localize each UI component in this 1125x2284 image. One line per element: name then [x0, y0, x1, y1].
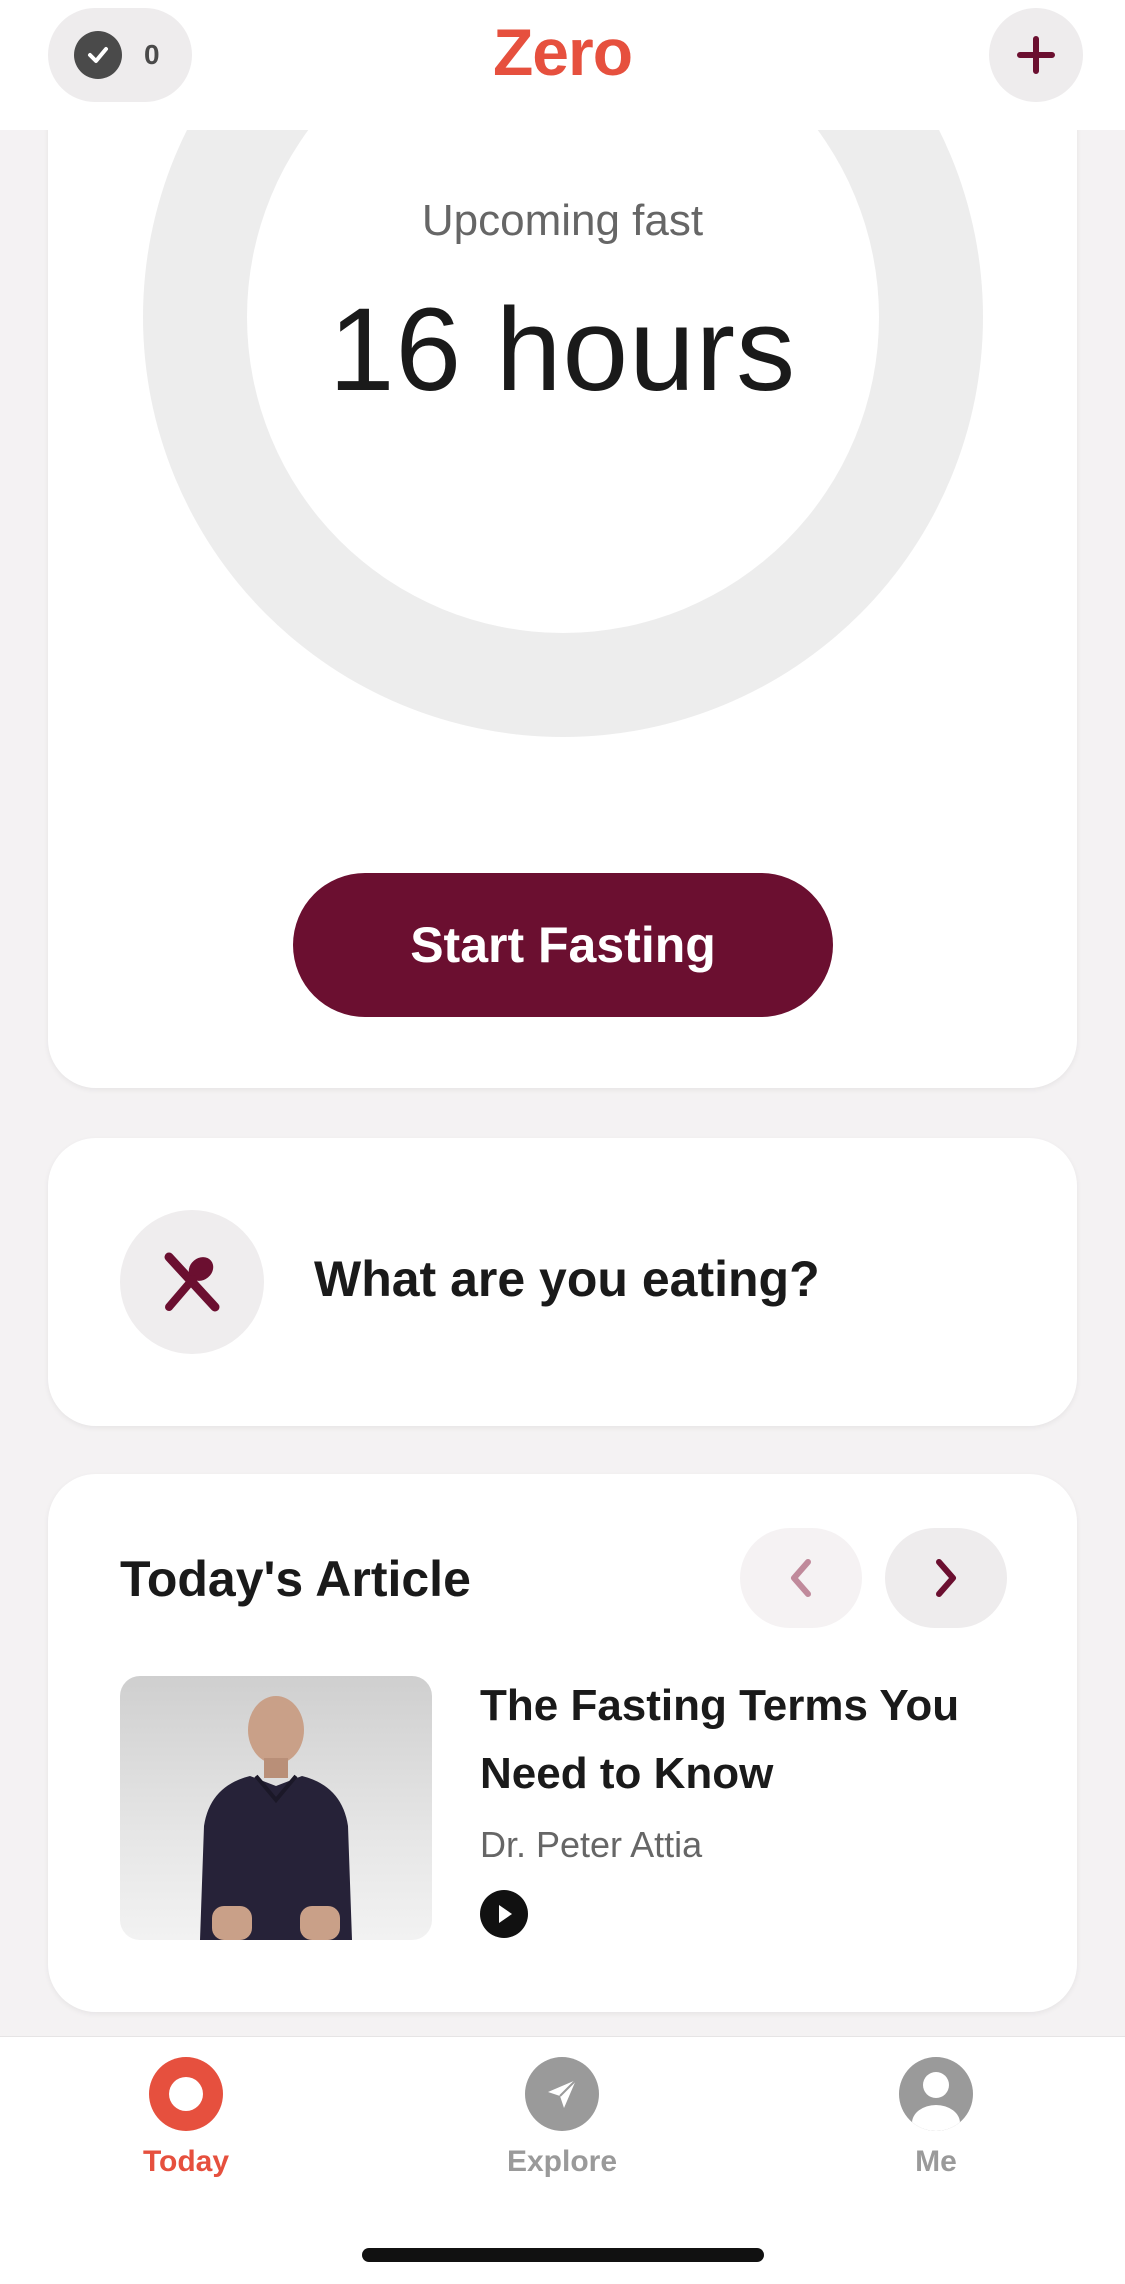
home-indicator-bar [362, 2248, 764, 2262]
fork-spoon-icon [120, 1210, 264, 1354]
app-logo: Zero [492, 15, 633, 89]
add-button[interactable] [989, 8, 1083, 102]
next-article-button[interactable] [885, 1528, 1007, 1628]
chevron-left-icon [791, 1559, 811, 1597]
app-header: 0 Zero [0, 0, 1125, 130]
article-thumbnail[interactable] [120, 1676, 432, 1940]
fast-duration[interactable]: 16 hours [48, 282, 1077, 418]
chevron-right-icon [936, 1559, 956, 1597]
tab-explore-label: Explore [506, 2145, 618, 2178]
food-log-prompt: What are you eating? [314, 1251, 820, 1307]
play-icon[interactable] [480, 1890, 528, 1938]
start-fasting-button[interactable]: Start Fasting [293, 873, 833, 1017]
article-author: Dr. Peter Attia [480, 1824, 703, 1865]
compass-icon [525, 2057, 599, 2131]
tab-today-label: Today [142, 2145, 230, 2178]
article-title[interactable]: The Fasting Terms You Need to Know [480, 1672, 1020, 1808]
plus-icon [1017, 36, 1055, 74]
tab-today[interactable]: Today [66, 2057, 306, 2217]
tab-me[interactable]: Me [816, 2057, 1056, 2217]
article-card: Today's Article The Fasting Terms You Ne… [48, 1474, 1077, 2012]
food-log-card[interactable]: What are you eating? [48, 1138, 1077, 1426]
tab-bar: Today Explore Me [0, 2036, 1125, 2284]
tab-me-label: Me [915, 2145, 957, 2178]
circle-icon [149, 2057, 223, 2131]
article-section-title: Today's Article [120, 1551, 471, 1607]
upcoming-fast-label: Upcoming fast [421, 196, 704, 245]
fast-timer-card: Upcoming fast 16 hours Start Fasting [48, 60, 1077, 1088]
tab-explore[interactable]: Explore [442, 2057, 682, 2217]
user-icon [899, 2057, 973, 2131]
previous-article-button[interactable] [740, 1528, 862, 1628]
